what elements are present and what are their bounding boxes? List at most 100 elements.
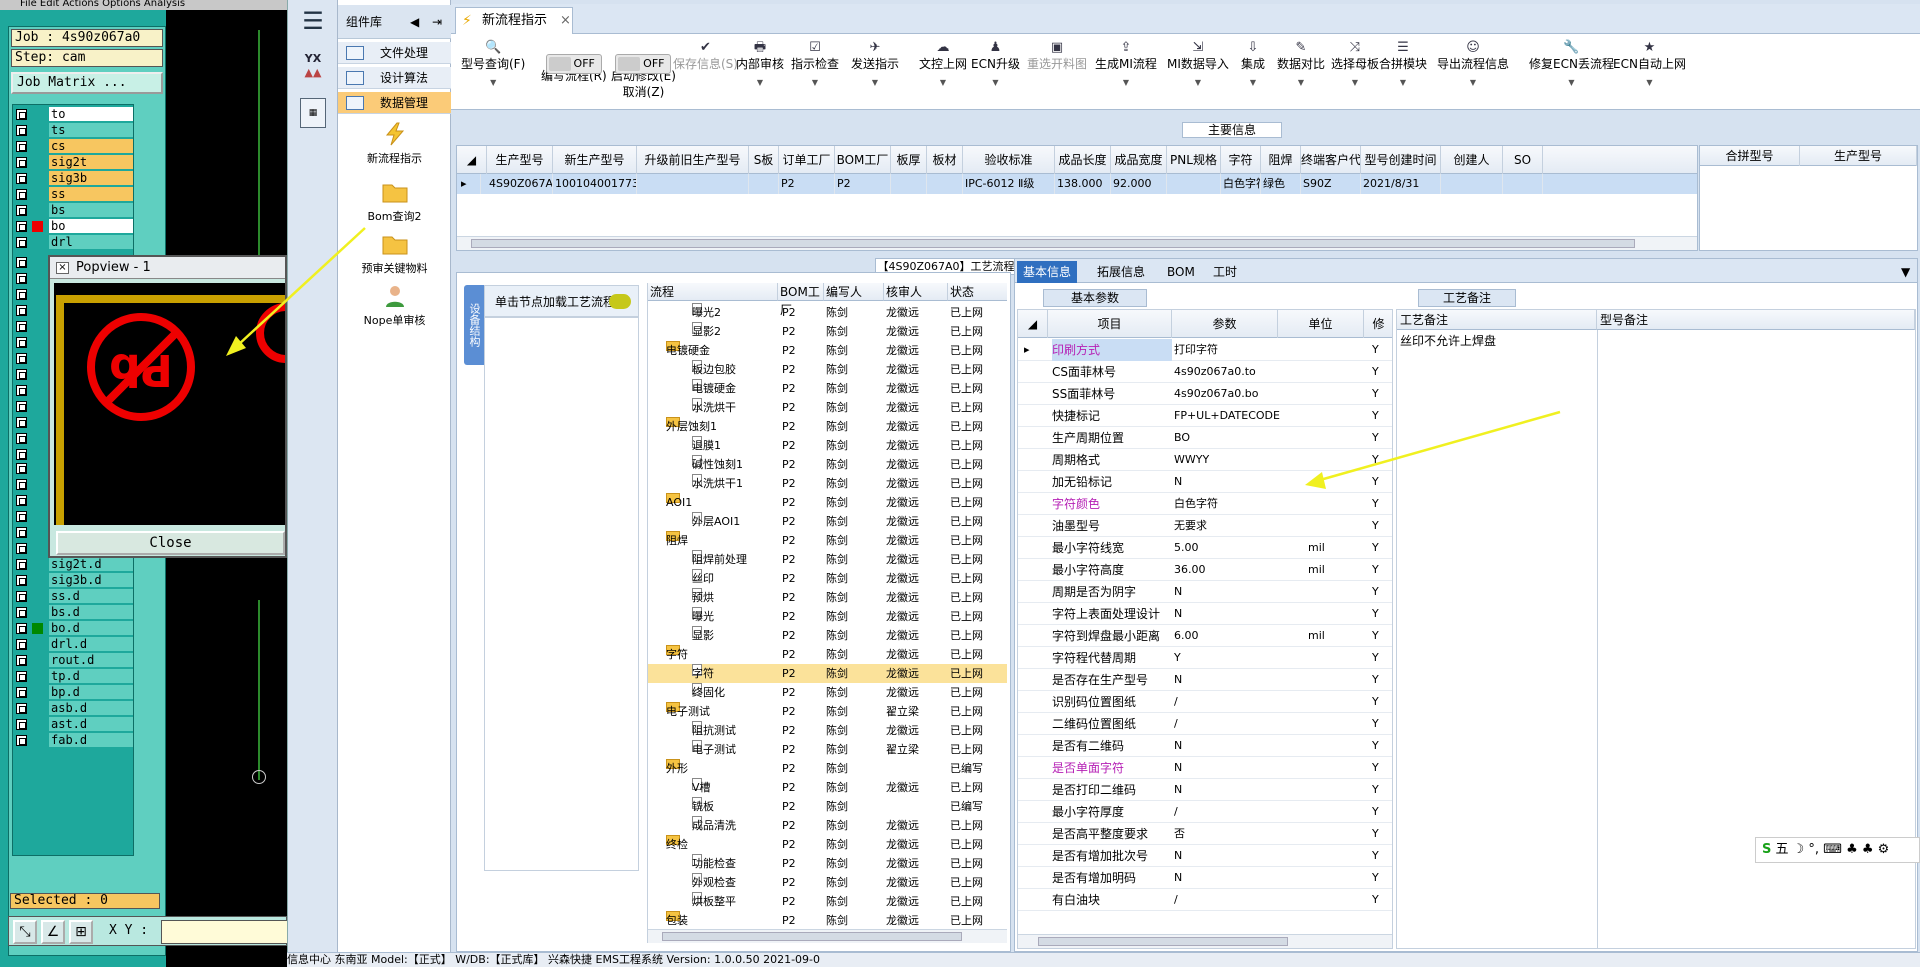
process-tree-row[interactable]: 曝光 P2 陈剑 龙徽远 已上网 [648, 607, 1007, 626]
layer-row[interactable]: ts [13, 123, 135, 138]
param-value[interactable]: Y [1174, 647, 1302, 669]
process-tree-row[interactable]: V槽 P2 陈剑 龙徽远 已上网 [648, 778, 1007, 797]
toolbar-button[interactable]: ⤨ 选择母板 ▼ [1331, 40, 1379, 91]
measure-tool-icon[interactable]: ∠ [41, 920, 65, 944]
param-value[interactable]: 打印字符 [1174, 339, 1302, 361]
layer-checkbox[interactable] [16, 591, 27, 602]
param-value[interactable]: 无要求 [1174, 515, 1302, 537]
layer-row[interactable]: bs [13, 203, 135, 218]
column-header[interactable]: 阻焊 [1261, 146, 1301, 174]
process-tree-row[interactable]: 外层AOI1 P2 陈剑 龙徽远 已上网 [648, 512, 1007, 531]
param-row[interactable]: 最小字符高度 36.00 mil Y [1018, 559, 1392, 581]
layer-row[interactable]: ss.d [13, 589, 135, 604]
param-row[interactable]: 是否有二维码 N Y [1018, 735, 1392, 757]
layer-checkbox[interactable] [16, 205, 27, 216]
chevron-down-icon[interactable]: ▼ [1437, 75, 1509, 91]
layer-row[interactable]: sig2t [13, 155, 135, 170]
column-header[interactable]: 新生产型号 [553, 146, 637, 174]
toolbar-button[interactable]: ☑ 指示检查 ▼ [791, 40, 839, 91]
param-column-header[interactable]: 修 [1364, 310, 1392, 338]
layer-checkbox[interactable] [16, 655, 27, 666]
process-column-header[interactable]: BOM工厂 [778, 283, 824, 317]
process-tree-row[interactable]: 铣板 P2 陈剑 已编写 [648, 797, 1007, 816]
layer-row[interactable]: drl.d [13, 637, 135, 652]
param-value[interactable]: N [1174, 471, 1302, 493]
param-value[interactable]: N [1174, 757, 1302, 779]
layer-checkbox[interactable] [16, 305, 27, 316]
column-header[interactable]: 生产型号 [487, 146, 553, 174]
param-value[interactable]: 36.00 [1174, 559, 1302, 581]
menu-hamburger-icon[interactable]: ☰ [297, 8, 329, 34]
layer-checkbox[interactable] [16, 575, 27, 586]
process-tree-row[interactable]: 退膜1 P2 陈剑 龙徽远 已上网 [648, 436, 1007, 455]
process-hscrollbar[interactable] [648, 929, 1007, 943]
layer-row[interactable]: bp.d [13, 685, 135, 700]
process-tree-row[interactable]: −电子测试P2陈剑翟立梁已上网 [648, 702, 1007, 721]
column-header[interactable]: PNL规格 [1167, 146, 1221, 174]
process-tree-row[interactable]: 字符 P2 陈剑 龙徽远 已上网 [648, 664, 1007, 683]
layer-checkbox[interactable] [16, 385, 27, 396]
param-row[interactable]: 字符程代替周期 Y Y [1018, 647, 1392, 669]
column-header[interactable]: 板材 [927, 146, 963, 174]
layer-checkbox[interactable] [16, 109, 27, 120]
param-row[interactable]: 是否有增加明码 N Y [1018, 867, 1392, 889]
process-tree-row[interactable]: −外层蚀刻1P2陈剑龙徽远已上网 [648, 417, 1007, 436]
param-row[interactable]: 加无铅标记 N Y [1018, 471, 1392, 493]
row-selector-icon[interactable]: ▸ [461, 174, 481, 194]
column-header[interactable]: S板 [749, 146, 779, 174]
process-tree-row[interactable]: 预烘 P2 陈剑 龙徽远 已上网 [648, 588, 1007, 607]
table-row[interactable]: 4S90Z067A010010400177360 P2P2 IPC-6012 Ⅱ级1… [457, 174, 1697, 194]
chevron-down-icon[interactable]: ▼ [1379, 75, 1427, 91]
param-row[interactable]: 是否高平整度要求 否 Y [1018, 823, 1392, 845]
param-row[interactable]: CS面菲林号 4s90z067a0.to Y [1018, 361, 1392, 383]
toolbar-button[interactable]: ✔ 保存信息(S) [673, 40, 738, 72]
table-cell[interactable] [1169, 174, 1221, 194]
param-hscrollbar[interactable] [1018, 934, 1392, 948]
layer-checkbox[interactable] [16, 671, 27, 682]
layer-checkbox[interactable] [16, 543, 27, 554]
process-tree-row[interactable]: −终检P2陈剑龙徽远已上网 [648, 835, 1007, 854]
param-value[interactable]: N [1174, 779, 1302, 801]
param-value[interactable]: 4s90z067a0.to [1174, 361, 1302, 383]
layer-checkbox[interactable] [16, 495, 27, 506]
toolbar-button[interactable]: ✎ 数据对比 ▼ [1277, 40, 1325, 91]
click-node-hint[interactable]: 单击节点加载工艺流程 [484, 285, 639, 317]
table-cell[interactable]: 4S90Z067A0 [489, 174, 553, 194]
layer-checkbox[interactable] [16, 417, 27, 428]
chevron-down-icon[interactable]: ▼ [1277, 75, 1325, 91]
process-tree-row[interactable]: −包装P2陈剑龙徽远已上网 [648, 911, 1007, 930]
merge-col-header[interactable]: 生产型号 [1800, 146, 1917, 166]
process-note-value[interactable]: 丝印不允许上焊盘 [1400, 332, 1496, 349]
column-header[interactable]: 终端客户代码 [1301, 146, 1361, 174]
layer-checkbox[interactable] [16, 559, 27, 570]
chevron-down-icon[interactable]: ▼ [1095, 75, 1157, 91]
process-tree-row[interactable]: 曝光2 P2 陈剑 龙徽远 已上网 [648, 303, 1007, 322]
layer-checkbox[interactable] [16, 157, 27, 168]
tool-nope-review[interactable]: Nope单审核 [338, 284, 451, 328]
toolbar-button[interactable]: OFF 启动修改(E) 取消(Z) [611, 40, 676, 100]
toolbar-button[interactable]: ⇲ MI数据导入 ▼ [1167, 40, 1229, 91]
column-header[interactable]: 创建人 [1441, 146, 1503, 174]
process-tree-row[interactable]: 板边包胶 P2 陈剑 龙徽远 已上网 [648, 360, 1007, 379]
chevron-down-icon[interactable]: ▼ [791, 75, 839, 91]
param-value[interactable]: N [1174, 735, 1302, 757]
layer-row[interactable]: cs [13, 139, 135, 154]
chevron-down-icon[interactable]: ▼ [1529, 75, 1614, 91]
column-header[interactable]: 订单工厂 [779, 146, 835, 174]
chevron-down-icon[interactable]: ▼ [1241, 75, 1265, 91]
process-tree-row[interactable]: −外形P2陈剑已编写 [648, 759, 1007, 778]
layer-checkbox[interactable] [16, 289, 27, 300]
main-info-hscrollbar[interactable] [457, 236, 1697, 250]
calculator-icon[interactable]: ▦ [300, 98, 326, 128]
toggle-switch[interactable]: OFF [545, 54, 602, 74]
layer-checkbox[interactable] [16, 687, 27, 698]
param-row[interactable]: 油墨型号 无要求 Y [1018, 515, 1392, 537]
table-cell[interactable] [751, 174, 779, 194]
table-cell[interactable]: 92.000 [1113, 174, 1167, 194]
genesis-menubar[interactable]: File Edit Actions Options Analysis [0, 0, 287, 10]
param-value[interactable]: N [1174, 669, 1302, 691]
popview-close-x-icon[interactable]: × [56, 262, 69, 274]
process-column-header[interactable]: 编写人 [824, 283, 884, 301]
table-cell[interactable] [893, 174, 927, 194]
process-column-header[interactable]: 核审人 [884, 283, 948, 301]
